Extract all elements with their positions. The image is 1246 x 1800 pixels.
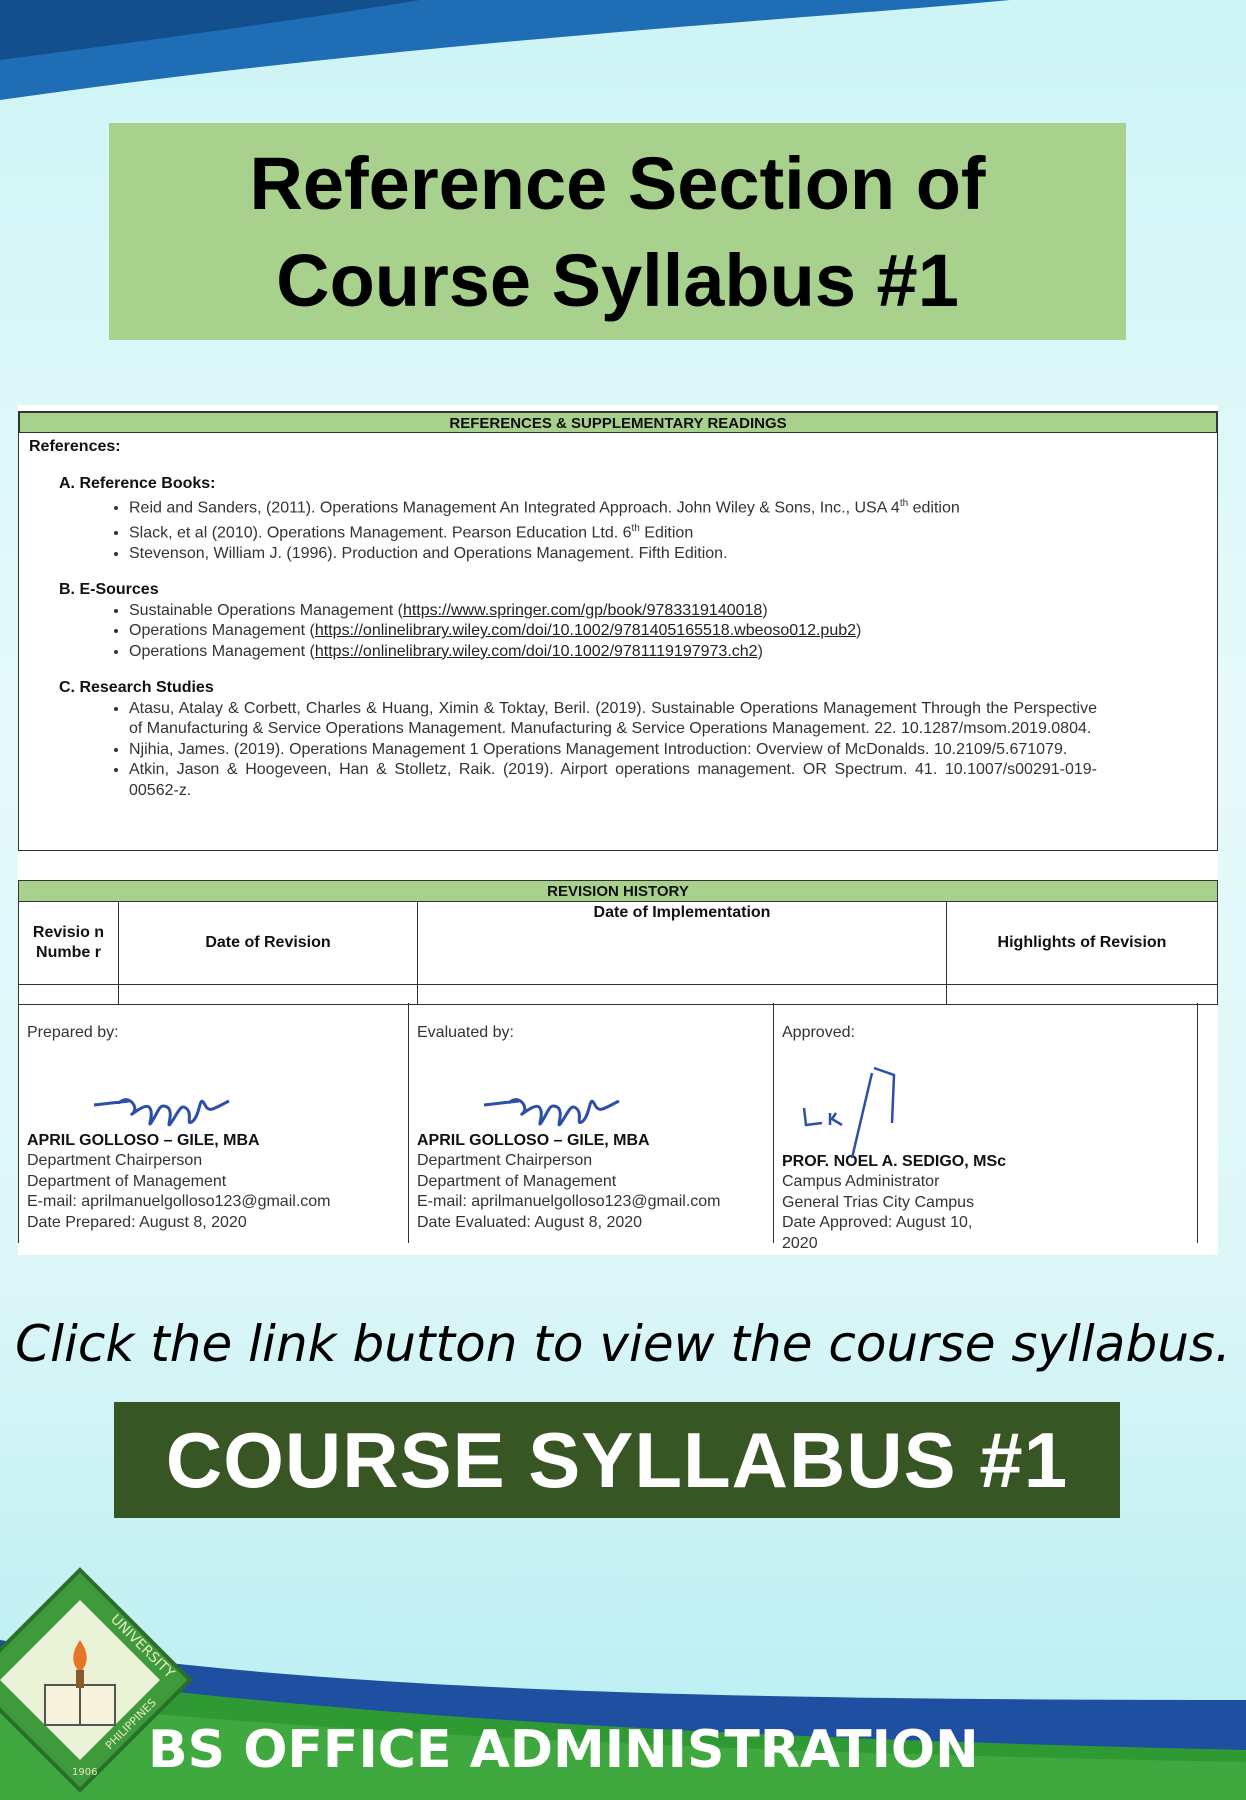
reference-books-group: A. Reference Books: Reid and Sanders, (2… [59,474,1207,565]
role-label: Approved: [782,1024,855,1041]
title-line-1: Reference Section of [249,141,986,225]
program-name: BS OFFICE ADMINISTRATION [148,1720,979,1780]
approved-by-block: Approved: PROF. NOEL A. SEDIGO, MSc Camp… [773,1003,1198,1252]
signatory-detail: E-mail: aprilmanuelgolloso123@gmail.com [417,1193,721,1210]
e-sources-group: B. E-Sources Sustainable Operations Mana… [59,580,1207,662]
references-section: REFERENCES & SUPPLEMENTARY READINGS Refe… [18,411,1218,851]
group-title: A. Reference Books: [59,474,216,492]
signature-image [802,1066,896,1159]
signatory-detail: Department of Management [27,1172,227,1190]
list-item: Sustainable Operations Management (https… [129,601,1207,622]
list-item: Operations Management (https://onlinelib… [129,642,1207,663]
list-item: Operations Management (https://onlinelib… [129,621,1207,642]
revision-header: REVISION HISTORY [19,881,1217,902]
syllabus-excerpt: REFERENCES & SUPPLEMENTARY READINGS Refe… [18,405,1218,1255]
signatory-detail: Department Chairperson [27,1152,203,1169]
signatory-detail: Date Approved: August 10, 2020 [782,1214,973,1252]
signatory-detail: Department of Management [417,1172,617,1190]
course-syllabus-link-button[interactable]: COURSE SYLLABUS #1 [114,1402,1120,1518]
list-item: Njihia, James. (2019). Operations Manage… [129,740,1207,761]
role-label: Evaluated by: [417,1024,514,1041]
table-cell [19,983,119,1004]
top-wave-decoration [0,0,1010,100]
group-title: C. Research Studies [59,679,214,697]
signature-image [93,1098,230,1127]
references-label: References: [29,438,121,455]
signatories: Prepared by: APRIL GOLLOSO – GILE, MBA D… [18,1003,1218,1252]
title-line-2: Course Syllabus #1 [276,238,959,322]
reference-link[interactable]: https://www.springer.com/gp/book/9783319… [403,602,762,619]
revision-table: Revisio n Numbe r Date of Revision Date … [19,902,1217,1004]
call-to-action-text: Click the link button to view the course… [15,1315,1231,1373]
page-title-box: Reference Section of Course Syllabus #1 [109,123,1126,340]
research-studies-group: C. Research Studies Atasu, Atalay & Corb… [59,678,1207,801]
list-item: Atkin, Jason & Hoogeveen, Han & Stolletz… [129,760,1207,801]
table-cell [118,983,418,1004]
signature-image [483,1098,620,1127]
signatory-detail: Date Evaluated: August 8, 2020 [417,1213,643,1231]
column-header: Date of Revision [118,902,418,985]
group-title: B. E-Sources [59,581,159,599]
signatory-detail: Department Chairperson [417,1152,593,1169]
page-title: Reference Section of Course Syllabus #1 [249,135,985,329]
signatory-detail: E-mail: aprilmanuelgolloso123@gmail.com [27,1193,331,1210]
svg-text:1906: 1906 [72,1767,97,1778]
prepared-by-block: Prepared by: APRIL GOLLOSO – GILE, MBA D… [18,1003,408,1243]
signatory-detail: General Trias City Campus [782,1193,975,1211]
signatory-detail: Campus Administrator [782,1173,940,1190]
list-item: Stevenson, William J. (1996). Production… [129,544,1207,565]
list-item: Reid and Sanders, (2011). Operations Man… [129,494,1207,519]
table-cell [417,983,947,1004]
signatory-detail: Date Prepared: August 8, 2020 [27,1213,247,1231]
column-header: Highlights of Revision [946,902,1217,985]
references-header: REFERENCES & SUPPLEMENTARY READINGS [19,412,1217,433]
list-item: Slack, et al (2010). Operations Manageme… [129,519,1207,544]
evaluated-by-block: Evaluated by: APRIL GOLLOSO – GILE, MBA … [408,1003,773,1243]
list-item: Atasu, Atalay & Corbett, Charles & Huang… [129,699,1207,740]
column-header: Date of Implementation [417,902,947,985]
reference-link[interactable]: https://onlinelibrary.wiley.com/doi/10.1… [315,643,758,660]
role-label: Prepared by: [27,1024,119,1041]
table-cell [946,983,1217,1004]
revision-history-section: REVISION HISTORY Revisio n Numbe r Date … [18,880,1218,1005]
reference-link[interactable]: https://onlinelibrary.wiley.com/doi/10.1… [315,622,856,639]
column-header: Revisio n Numbe r [19,902,119,985]
